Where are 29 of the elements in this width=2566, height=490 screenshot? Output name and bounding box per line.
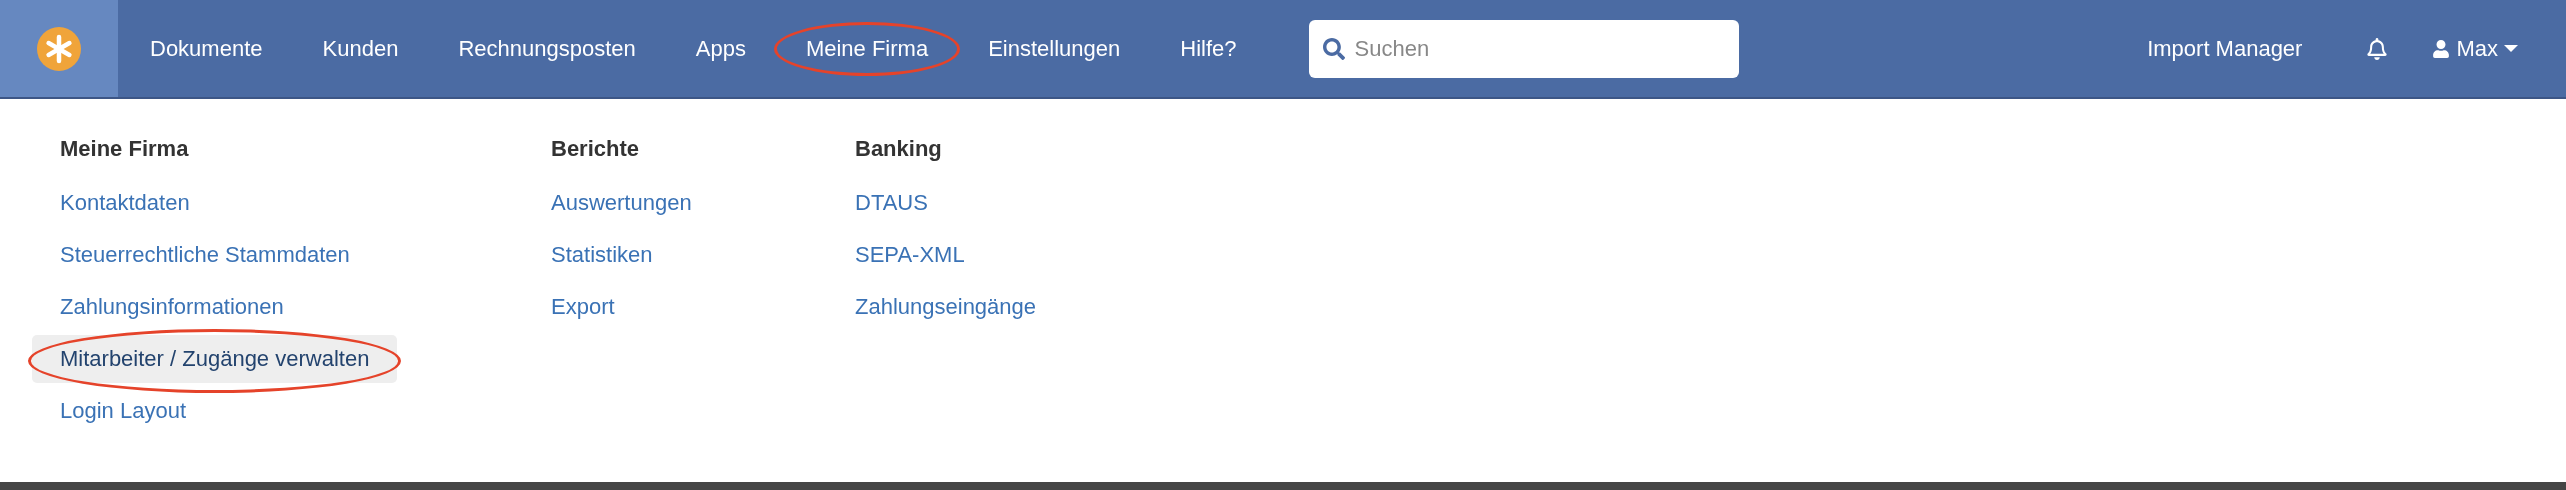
nav-link[interactable]: Einstellungen [958, 35, 1151, 62]
nav-link[interactable]: Apps [665, 35, 776, 62]
menu-link[interactable]: Kontaktdaten [32, 179, 218, 227]
import-manager-link[interactable]: Import Manager [2147, 35, 2303, 62]
bell-icon[interactable] [2366, 37, 2389, 60]
menu-link[interactable]: Zahlungseingänge [827, 283, 1065, 331]
nav-link[interactable]: Rechnungsposten [428, 35, 666, 62]
menu-heading: Meine Firma [59, 135, 190, 163]
menu-link[interactable]: Statistiken [523, 231, 681, 279]
menu-link[interactable]: SEPA-XML [827, 231, 993, 279]
menu-link[interactable]: Export [523, 283, 643, 331]
search-field[interactable]: Suchen [1308, 19, 1739, 78]
menu-link[interactable]: Mitarbeiter / Zugänge verwalten [32, 335, 398, 383]
menu-link[interactable]: Auswertungen [523, 179, 720, 227]
nav-link[interactable]: Kunden [292, 35, 429, 62]
menu-heading: Banking [854, 135, 943, 163]
nav-link[interactable]: Dokumente [120, 35, 293, 62]
menu-link[interactable]: Steuerrechtliche Stammdaten [32, 231, 378, 279]
menu-link[interactable]: Login Layout [32, 387, 214, 435]
nav-link[interactable]: Hilfe? [1150, 35, 1267, 62]
menu-link[interactable]: Zahlungsinformationen [32, 283, 312, 331]
menu-link[interactable]: DTAUS [827, 179, 956, 227]
caret-icon [2504, 45, 2518, 52]
asterisk-logo-icon[interactable] [37, 26, 81, 71]
user-icon [2432, 39, 2451, 58]
menu-heading: Berichte [550, 135, 641, 163]
user-menu[interactable]: Max [2432, 35, 2518, 62]
search-icon [1322, 37, 1345, 60]
nav-link[interactable]: Meine Firma [775, 35, 959, 62]
